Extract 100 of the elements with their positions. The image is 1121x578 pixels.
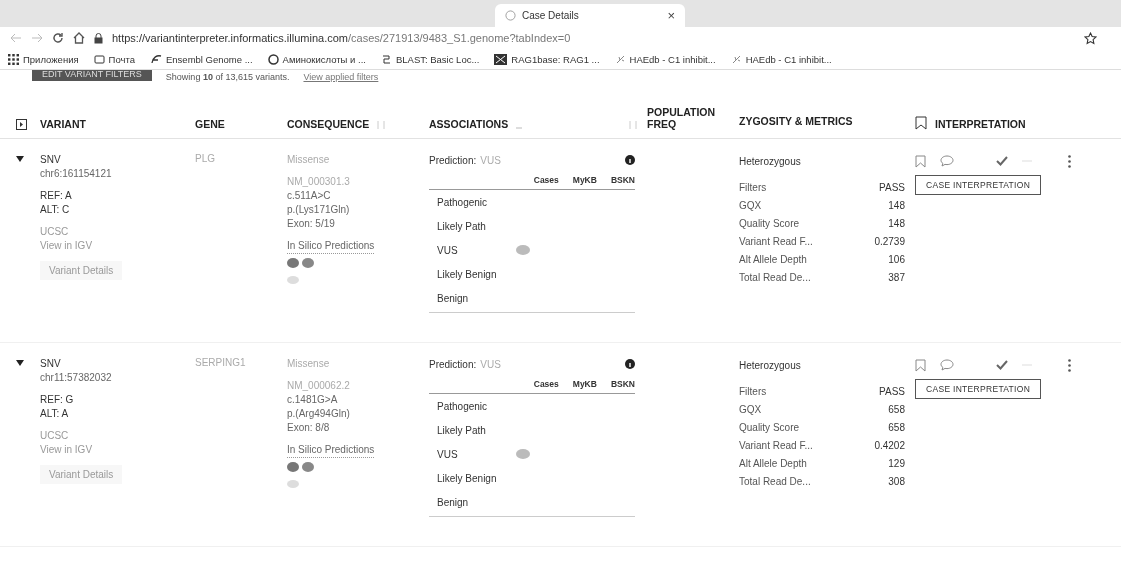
column-header[interactable]: CONSEQUENCE xyxy=(287,118,370,130)
metric-label: Variant Read F... xyxy=(739,439,813,453)
transcript-text: Exon: 8/8 xyxy=(287,421,331,435)
prediction-value: VUS xyxy=(480,358,501,370)
page-icon xyxy=(93,53,105,65)
prediction-badge-icon xyxy=(287,276,299,284)
comment-icon[interactable] xyxy=(940,155,954,167)
variant-type: SNV xyxy=(40,153,62,167)
classification-label: Likely Path xyxy=(437,424,487,436)
address-field[interactable]: https://variantinterpreter.informatics.illumina.com/cases/271913/9483_S1.genome?tabIndex=0 xyxy=(112,32,1075,44)
case-interpretation-button[interactable]: CASE INTERPRETATION xyxy=(915,379,1042,399)
bookmark-link[interactable]: HAEdb - C1 inhibit... xyxy=(614,53,716,65)
column-header[interactable]: GENE xyxy=(195,118,225,130)
consequence-text: Missense xyxy=(287,153,331,167)
cross-square-icon xyxy=(494,53,508,65)
classification-label: Benign xyxy=(437,292,470,304)
classification-label: Pathogenic xyxy=(437,400,489,412)
metric-value: 148 xyxy=(888,217,905,231)
prediction-label: Prediction: xyxy=(429,358,477,370)
bookmark-icon xyxy=(915,116,927,130)
classification-label: VUS xyxy=(437,448,459,460)
bookmark-link[interactable]: RAG1base: RAG1 ... xyxy=(494,53,600,65)
consequence-text: Missense xyxy=(287,357,331,371)
association-header: Cases xyxy=(533,379,559,389)
metric-value: 387 xyxy=(888,271,905,285)
more-icon[interactable] xyxy=(1068,154,1071,168)
metric-value: 106 xyxy=(888,253,905,267)
metric-value: 148 xyxy=(888,199,905,213)
metric-value: 129 xyxy=(888,457,905,471)
metric-value: PASS xyxy=(879,385,905,399)
tab-title: Case Details xyxy=(522,10,580,21)
collapse-caret-icon[interactable] xyxy=(16,360,24,366)
zigzag-icon xyxy=(380,53,392,65)
association-header: Cases xyxy=(533,175,559,185)
checkmark-icon[interactable] xyxy=(996,156,1008,166)
bookmark-link[interactable]: Ensembl Genome ... xyxy=(150,53,253,65)
classification-label: Pathogenic xyxy=(437,196,489,208)
metric-value: 658 xyxy=(888,421,905,435)
transcript-text: Exon: 5/19 xyxy=(287,217,336,231)
bookmark-link[interactable]: Почта xyxy=(93,53,135,65)
more-icon[interactable] xyxy=(1068,358,1071,372)
column-header[interactable]: VARIANT xyxy=(40,118,86,130)
bookmark-link[interactable]: Приложения xyxy=(8,53,79,65)
browser-tab[interactable]: Case Details × xyxy=(495,4,685,27)
metric-label: Total Read De... xyxy=(739,475,811,489)
zygosity-text: Heterozygous xyxy=(739,359,802,373)
prediction-badges-icon xyxy=(287,462,317,472)
metric-label: Alt Allele Depth xyxy=(739,253,807,267)
swoosh-icon xyxy=(150,53,162,65)
edit-filters-button[interactable]: EDIT VARIANT FILTERS xyxy=(32,70,152,81)
metric-label: GQX xyxy=(739,199,762,213)
prediction-badges-icon xyxy=(287,258,317,268)
association-header: MyKB xyxy=(572,175,597,185)
bookmark-icon[interactable] xyxy=(915,358,926,372)
transcript-text: NM_000062.2 xyxy=(287,379,351,393)
alt-allele: ALT: C xyxy=(40,203,71,217)
home-icon[interactable] xyxy=(73,32,85,44)
collapse-caret-icon[interactable] xyxy=(16,156,24,162)
bookmark-icon[interactable] xyxy=(915,154,926,168)
metric-label: GQX xyxy=(739,403,762,417)
expand-all-icon[interactable] xyxy=(16,119,27,130)
in-silico-link[interactable]: In Silico Predictions xyxy=(287,443,375,458)
comment-icon[interactable] xyxy=(940,359,954,371)
ref-allele: REF: G xyxy=(40,393,75,407)
column-header[interactable]: ZYGOSITY & METRICS xyxy=(739,112,853,130)
reload-icon[interactable] xyxy=(52,32,64,44)
column-header[interactable]: ASSOCIATIONS xyxy=(429,118,509,130)
classification-label: Likely Benign xyxy=(437,472,498,484)
in-silico-link[interactable]: In Silico Predictions xyxy=(287,239,375,254)
classification-label: Benign xyxy=(437,496,470,508)
close-tab-button[interactable]: × xyxy=(667,8,675,23)
metric-label: Variant Read F... xyxy=(739,235,813,249)
bookmark-star-icon[interactable] xyxy=(1084,31,1097,45)
bookmark-link[interactable]: HAEdb - C1 inhibit... xyxy=(730,53,832,65)
prediction-value: VUS xyxy=(480,154,501,166)
variant-type: SNV xyxy=(40,357,62,371)
checkmark-icon[interactable] xyxy=(996,360,1008,370)
column-header[interactable]: INTERPRETATION xyxy=(935,118,1026,130)
ref-allele: REF: A xyxy=(40,189,73,203)
metric-label: Alt Allele Depth xyxy=(739,457,807,471)
metric-label: Total Read De... xyxy=(739,271,811,285)
transcript-text: p.(Arg494Gln) xyxy=(287,407,351,421)
lock-icon xyxy=(94,32,103,44)
association-header: BSKN xyxy=(610,379,635,389)
classification-label: Likely Benign xyxy=(437,268,498,280)
zygosity-text: Heterozygous xyxy=(739,155,802,169)
variant-position: chr6:161154121 xyxy=(40,167,113,181)
column-header[interactable]: POPULATION FREQ xyxy=(647,106,717,130)
metric-value: 0.2739 xyxy=(874,235,905,249)
case-interpretation-button[interactable]: CASE INTERPRETATION xyxy=(915,175,1042,195)
bookmark-link[interactable]: BLAST: Basic Loc... xyxy=(380,53,480,65)
metric-label: Quality Score xyxy=(739,217,800,231)
transcript-text: NM_000301.3 xyxy=(287,175,351,189)
association-header: BSKN xyxy=(610,175,635,185)
applied-filters-link[interactable]: View applied filters xyxy=(303,72,379,82)
apps-grid-icon xyxy=(8,53,19,65)
classification-label: Likely Path xyxy=(437,220,487,232)
metric-value: 308 xyxy=(888,475,905,489)
bookmark-link[interactable]: Аминокислоты и ... xyxy=(267,53,366,65)
prediction-badge-icon xyxy=(287,480,299,488)
